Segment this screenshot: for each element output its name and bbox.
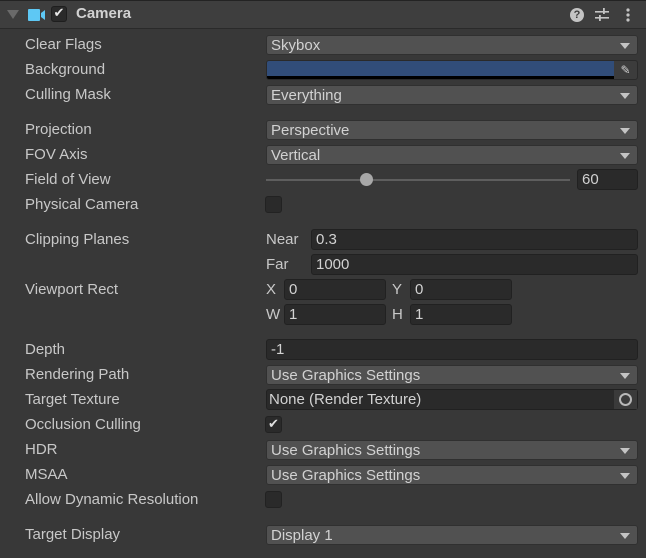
field-of-view-slider-thumb[interactable] <box>360 173 374 186</box>
viewport-h-value: 1 <box>415 306 424 323</box>
chevron-down-icon <box>620 93 630 99</box>
projection-dropdown[interactable]: Perspective <box>266 120 638 140</box>
hdr-label: HDR <box>25 441 58 458</box>
chevron-down-icon <box>620 43 630 49</box>
far-label: Far <box>266 256 289 273</box>
depth-input[interactable]: -1 <box>266 339 638 360</box>
component-title: Camera <box>76 5 132 22</box>
fov-axis-dropdown[interactable]: Vertical <box>266 145 638 165</box>
allow-dynamic-resolution-label: Allow Dynamic Resolution <box>25 491 199 508</box>
allow-dynamic-resolution-checkbox[interactable] <box>265 491 282 508</box>
background-color-field[interactable]: ✎ <box>266 60 638 80</box>
target-display-dropdown[interactable]: Display 1 <box>266 525 638 545</box>
clear-flags-value: Skybox <box>271 37 321 54</box>
depth-label: Depth <box>25 341 66 358</box>
chevron-down-icon <box>620 373 630 379</box>
rendering-path-value: Use Graphics Settings <box>271 367 421 384</box>
chevron-down-icon <box>620 153 630 159</box>
clear-flags-label: Clear Flags <box>25 36 102 53</box>
hdr-dropdown[interactable]: Use Graphics Settings <box>266 440 638 460</box>
target-texture-object-field[interactable]: None (Render Texture) <box>266 389 638 410</box>
field-of-view-label: Field of View <box>25 171 111 188</box>
more-menu-icon[interactable] <box>620 7 636 23</box>
far-clip-value: 1000 <box>316 256 350 273</box>
hdr-value: Use Graphics Settings <box>271 442 421 459</box>
culling-mask-dropdown[interactable]: Everything <box>266 85 638 105</box>
physical-camera-checkbox[interactable] <box>265 196 282 213</box>
chevron-down-icon <box>620 533 630 539</box>
near-clip-value: 0.3 <box>316 231 337 248</box>
culling-mask-label: Culling Mask <box>25 86 111 103</box>
background-alpha-bar <box>267 76 614 79</box>
near-clip-input[interactable]: 0.3 <box>311 229 638 250</box>
rendering-path-label: Rendering Path <box>25 366 130 383</box>
field-of-view-value: 60 <box>582 171 599 188</box>
camera-component-panel: ✔ Camera ? Clear Flags Skybox Background… <box>0 0 646 558</box>
viewport-x-label: X <box>266 281 277 298</box>
component-enabled-checkbox[interactable]: ✔ <box>51 6 67 22</box>
foldout-arrow-icon[interactable] <box>7 10 19 19</box>
msaa-value: Use Graphics Settings <box>271 467 421 484</box>
rendering-path-dropdown[interactable]: Use Graphics Settings <box>266 365 638 385</box>
fov-axis-value: Vertical <box>271 147 321 164</box>
viewport-x-value: 0 <box>289 281 298 298</box>
msaa-label: MSAA <box>25 466 68 483</box>
fov-axis-label: FOV Axis <box>25 146 88 163</box>
viewport-w-input[interactable]: 1 <box>284 304 386 325</box>
target-display-value: Display 1 <box>271 527 333 544</box>
projection-label: Projection <box>25 121 92 138</box>
physical-camera-label: Physical Camera <box>25 196 139 213</box>
depth-value: -1 <box>271 341 285 358</box>
background-color-swatch[interactable] <box>267 61 614 76</box>
target-texture-value: None (Render Texture) <box>269 391 422 408</box>
viewport-w-value: 1 <box>289 306 298 323</box>
viewport-x-input[interactable]: 0 <box>284 279 386 300</box>
presets-icon[interactable] <box>594 7 610 23</box>
clear-flags-dropdown[interactable]: Skybox <box>266 35 638 55</box>
target-display-label: Target Display <box>25 526 121 543</box>
camera-icon <box>28 9 46 21</box>
field-of-view-slider-track[interactable] <box>266 179 570 181</box>
chevron-down-icon <box>620 448 630 454</box>
projection-value: Perspective <box>271 122 350 139</box>
viewport-y-label: Y <box>392 281 403 298</box>
target-texture-label: Target Texture <box>25 391 120 408</box>
viewport-h-label: H <box>392 306 403 323</box>
viewport-y-value: 0 <box>415 281 424 298</box>
chevron-down-icon <box>620 128 630 134</box>
eyedropper-icon[interactable]: ✎ <box>614 61 637 79</box>
viewport-w-label: W <box>266 306 281 323</box>
viewport-y-input[interactable]: 0 <box>410 279 512 300</box>
object-picker-icon[interactable] <box>614 390 637 409</box>
occlusion-culling-checkbox[interactable]: ✔ <box>265 416 282 433</box>
clipping-planes-label: Clipping Planes <box>25 231 130 248</box>
field-of-view-input[interactable]: 60 <box>577 169 638 190</box>
culling-mask-value: Everything <box>271 87 342 104</box>
help-icon[interactable]: ? <box>569 7 585 23</box>
chevron-down-icon <box>620 473 630 479</box>
viewport-h-input[interactable]: 1 <box>410 304 512 325</box>
viewport-rect-label: Viewport Rect <box>25 281 119 298</box>
occlusion-culling-label: Occlusion Culling <box>25 416 141 433</box>
component-header[interactable]: ✔ Camera ? <box>0 1 646 29</box>
msaa-dropdown[interactable]: Use Graphics Settings <box>266 465 638 485</box>
near-label: Near <box>266 231 299 248</box>
background-label: Background <box>25 61 106 78</box>
far-clip-input[interactable]: 1000 <box>311 254 638 275</box>
